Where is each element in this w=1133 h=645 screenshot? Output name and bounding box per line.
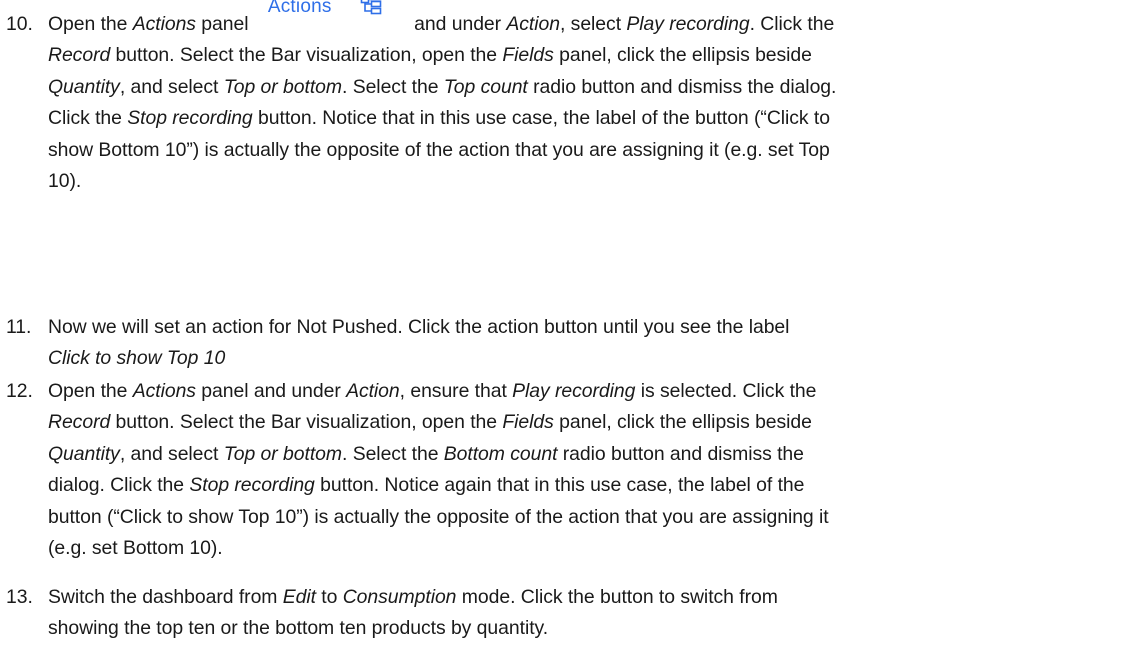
step-text-line: Record button. Select the Bar visualizat…	[48, 40, 812, 71]
actions-panel-button-image: Actions	[258, 0, 403, 33]
body-text: , ensure that	[399, 380, 513, 402]
emphasized-term: Click to show Top 10	[48, 347, 226, 370]
step-text-line: 10).	[48, 166, 81, 197]
body-text: Click the	[48, 107, 128, 130]
body-text: button. Select the Bar visualization, op…	[110, 44, 503, 67]
step-text-line: show Bottom 10”) is actually the opposit…	[48, 135, 830, 166]
step-text-line: Record button. Select the Bar visualizat…	[48, 407, 812, 438]
emphasized-term: Fields	[502, 44, 554, 67]
emphasized-term: Stop recording	[127, 107, 253, 130]
body-text: panel and under	[195, 380, 347, 402]
body-text: button. Notice again that in this use ca…	[314, 474, 805, 497]
body-text: is selected. Click the	[635, 380, 817, 402]
step-text-line: Now we will set an action for Not Pushed…	[48, 312, 789, 343]
body-text: Open the	[48, 13, 133, 35]
emphasized-term: Edit	[282, 586, 316, 608]
step-text-line: Click to show Top 10	[48, 343, 225, 374]
emphasized-term: Record	[48, 411, 111, 434]
step-text-line: dialog. Click the Stop recording button.…	[48, 470, 804, 501]
step-number: 11.	[6, 316, 32, 338]
emphasized-term: Top or bottom	[223, 75, 343, 98]
actions-panel-icon	[360, 0, 382, 15]
body-text: and under	[408, 13, 507, 35]
body-text: Open the	[48, 380, 133, 402]
body-text: (e.g. set Bottom 10).	[48, 537, 223, 559]
step-text-line: Open the Actions panel Actions and under…	[48, 0, 835, 40]
body-text: . Select the	[342, 75, 444, 98]
body-text: , select	[560, 13, 627, 35]
emphasized-term: Actions	[132, 13, 196, 35]
body-text: to	[315, 586, 343, 608]
step-text-line: button (“Click to show Top 10”) is actua…	[48, 502, 829, 533]
step-text-line: Click the Stop recording button. Notice …	[48, 103, 830, 134]
emphasized-term: Stop recording	[189, 474, 315, 497]
emphasized-term: Actions	[132, 380, 196, 402]
body-text: panel, click the ellipsis beside	[553, 44, 812, 67]
body-text: dialog. Click the	[48, 474, 190, 497]
step-text-line: Open the Actions panel and under Action,…	[48, 376, 816, 407]
emphasized-term: Quantity	[48, 75, 120, 98]
body-text: Switch the dashboard from	[48, 586, 283, 608]
emphasized-term: Bottom count	[443, 442, 558, 465]
body-text: panel	[195, 13, 254, 35]
instruction-document: 10. Open the Actions panel Actions and un…	[0, 0, 1133, 643]
emphasized-term: Play recording	[512, 380, 636, 402]
body-text: , and select	[119, 442, 224, 465]
body-text: 10).	[48, 170, 82, 192]
emphasized-term: Top count	[443, 75, 528, 98]
emphasized-term: Play recording	[626, 13, 750, 35]
body-text: . Click the	[749, 13, 835, 35]
step-number: 12.	[6, 380, 33, 402]
body-text: mode. Click the button to switch from	[456, 586, 778, 608]
body-text: button. Notice that in this use case, th…	[252, 107, 830, 130]
step-text-line: (e.g. set Bottom 10).	[48, 533, 223, 564]
body-text: button. Select the Bar visualization, op…	[110, 411, 503, 434]
emphasized-term: Record	[48, 44, 111, 67]
emphasized-term: Action	[346, 380, 400, 402]
body-text: . Select the	[342, 442, 444, 465]
emphasized-term: Quantity	[48, 442, 120, 465]
step-text-line: Quantity, and select Top or bottom. Sele…	[48, 439, 804, 470]
body-text: radio button and dismiss the dialog.	[527, 75, 837, 98]
emphasized-term: Top or bottom	[223, 442, 343, 465]
body-text: button (“Click to show Top 10”) is actua…	[48, 505, 829, 528]
step-number: 10.	[6, 13, 33, 35]
actions-panel-label: Actions	[267, 0, 332, 17]
body-text: , and select	[119, 75, 224, 98]
body-text: show Bottom 10”) is actually the opposit…	[48, 138, 830, 161]
step-text-line: Quantity, and select Top or bottom. Sele…	[48, 72, 836, 103]
body-text: radio button and dismiss the	[557, 442, 804, 465]
body-text: showing the top ten or the bottom ten pr…	[48, 617, 549, 640]
step-number: 13.	[6, 586, 33, 608]
step-text-line: showing the top ten or the bottom ten pr…	[48, 613, 548, 644]
body-text: panel, click the ellipsis beside	[553, 411, 812, 434]
emphasized-term: Action	[506, 13, 560, 35]
body-text: Now we will set an action for Not Pushed…	[48, 316, 790, 338]
emphasized-term: Consumption	[342, 586, 457, 608]
emphasized-term: Fields	[502, 411, 554, 434]
step-text-line: Switch the dashboard from Edit to Consum…	[48, 582, 778, 613]
